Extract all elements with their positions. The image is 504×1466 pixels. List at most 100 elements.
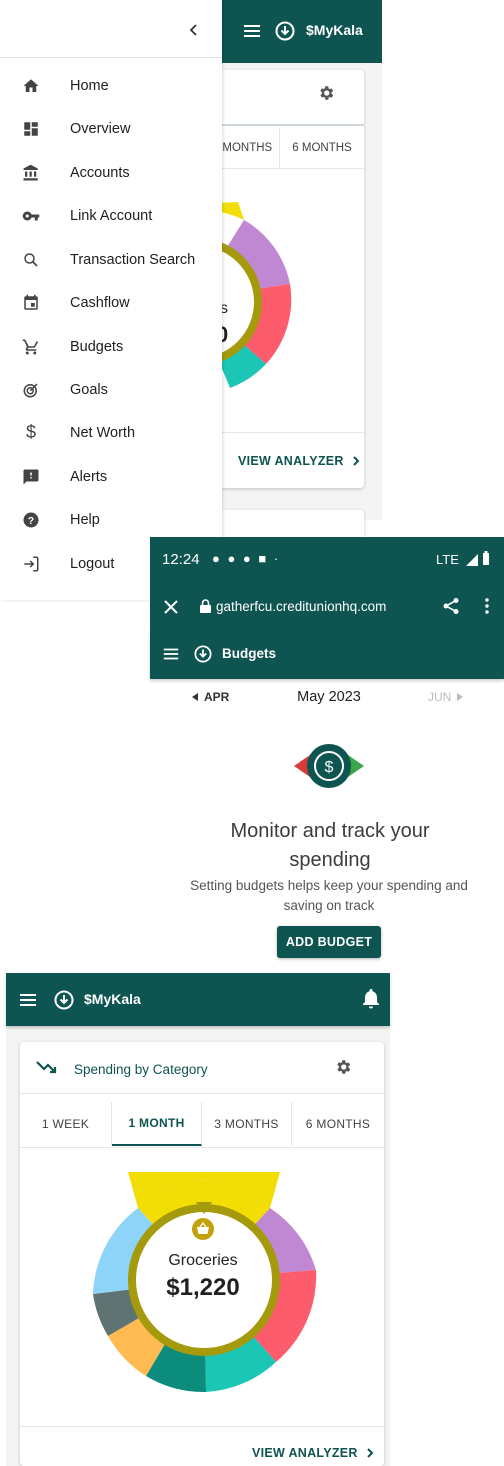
share-icon[interactable] — [442, 597, 460, 620]
screen3-app-bar: $MyKala — [6, 973, 390, 1026]
card-title: Spending by Category — [74, 1062, 208, 1077]
target-icon — [21, 380, 41, 400]
screen1-app-bar: $MyKala — [222, 0, 382, 63]
screen3: $MyKala Spending by Category 1 WEEK 1 MO… — [6, 973, 390, 1466]
selected-amount: $1,220 — [166, 1274, 240, 1301]
next-month-button[interactable]: JUN — [428, 690, 464, 704]
help-icon: ? — [21, 510, 41, 530]
tab-label: 3 MONTHS — [222, 142, 273, 154]
nav-item-budgets[interactable]: Budgets — [0, 325, 222, 368]
status-bar: 12:24 ● ● ● ■ · LTE — [150, 537, 504, 583]
budget-heading: Monitor and track your spending — [230, 820, 430, 871]
gear-icon[interactable] — [317, 84, 335, 102]
nav-item-goals[interactable]: Goals — [0, 368, 222, 411]
logo-icon — [54, 990, 74, 1015]
alert-icon — [21, 467, 41, 487]
nav-item-accounts[interactable]: Accounts — [0, 151, 222, 194]
donut-chart-partial — [222, 202, 292, 388]
add-budget-button[interactable]: ADD BUDGET — [277, 926, 381, 958]
screen1-card: 3 MONTHS 6 MONTHS s 0 VIEW ANALYZER — [222, 70, 364, 488]
calendar-icon — [21, 293, 41, 313]
battery-icon — [482, 551, 490, 570]
view-analyzer-button[interactable]: VIEW ANALYZER — [252, 1446, 376, 1460]
trending-down-icon — [36, 1060, 58, 1079]
tab-1-month[interactable]: 1 MONTH — [112, 1102, 202, 1146]
view-analyzer-button[interactable]: VIEW ANALYZER — [238, 454, 362, 468]
dollar-icon: $ — [25, 422, 36, 442]
status-time: 12:24 — [162, 551, 200, 568]
nav-label: Net Worth — [70, 424, 136, 441]
bank-icon — [21, 163, 41, 183]
logo-icon — [194, 645, 212, 668]
drawer-divider — [0, 57, 222, 58]
svg-text:?: ? — [28, 514, 34, 526]
nav-item-overview[interactable]: Overview — [0, 107, 222, 150]
nav-item-transaction-search[interactable]: Transaction Search — [0, 238, 222, 281]
nav-label: Accounts — [70, 164, 130, 181]
nav-item-cashflow[interactable]: Cashflow — [0, 281, 222, 324]
dashboard-icon — [21, 119, 41, 139]
menu-icon[interactable] — [242, 21, 262, 41]
app-title: $MyKala — [84, 991, 141, 1007]
home-icon — [21, 76, 41, 96]
view-analyzer-label: VIEW ANALYZER — [238, 454, 344, 468]
card-footer-divider — [20, 1426, 384, 1427]
url-text[interactable]: gatherfcu.creditunionhq.com — [216, 599, 386, 614]
center-label-partial: s — [222, 300, 228, 317]
screen2: 12:24 ● ● ● ■ · LTE gatherfcu.creditunio… — [150, 537, 504, 993]
search-icon — [21, 250, 41, 270]
nav-item-help[interactable]: ? Help — [0, 498, 222, 541]
tab-divider — [222, 168, 364, 169]
nav-label: Cashflow — [70, 294, 130, 311]
center-value-partial: 0 — [222, 322, 229, 347]
more-vert-icon[interactable] — [484, 597, 490, 620]
nav-label: Logout — [70, 555, 115, 572]
selected-category: Groceries — [168, 1252, 238, 1269]
tab-3-months-partial[interactable]: 3 MONTHS — [222, 128, 280, 168]
app-title: $MyKala — [306, 22, 363, 38]
signal-icon — [466, 553, 478, 571]
tab-3-months[interactable]: 3 MONTHS — [202, 1102, 292, 1146]
nav-item-alerts[interactable]: Alerts — [0, 455, 222, 498]
card-header: Spending by Category — [20, 1042, 384, 1094]
screen1-card-2-partial — [222, 510, 364, 540]
screen2-app-bar: Budgets — [150, 631, 504, 679]
cart-icon — [21, 337, 41, 357]
page-title: Budgets — [222, 646, 276, 661]
chevron-right-icon — [364, 1447, 376, 1459]
logout-icon — [21, 554, 41, 574]
nav-label: Help — [70, 511, 100, 528]
tab-label: 6 MONTHS — [305, 1117, 371, 1131]
nav-item-link-account[interactable]: Link Account — [0, 194, 222, 237]
period-tabs: 1 WEEK 1 MONTH 3 MONTHS 6 MONTHS — [20, 1102, 384, 1148]
logo-icon — [275, 21, 295, 41]
nav-item-net-worth[interactable]: $ Net Worth — [0, 411, 222, 454]
next-month-label: JUN — [428, 690, 452, 704]
menu-icon[interactable] — [18, 990, 38, 1015]
budget-illustration-icon: $ — [290, 741, 368, 796]
gear-icon[interactable] — [334, 1058, 352, 1081]
navigation-drawer: Home Overview Accounts Link Account Tran… — [0, 0, 222, 600]
nav-label: Goals — [70, 381, 108, 398]
nav-label: Home — [70, 77, 109, 94]
caret-right-icon — [457, 693, 464, 701]
tab-6-months[interactable]: 6 MONTHS — [280, 128, 364, 168]
nav-item-home[interactable]: Home — [0, 64, 222, 107]
tab-1-week[interactable]: 1 WEEK — [20, 1102, 112, 1146]
basket-icon — [192, 1218, 214, 1245]
spending-card: Spending by Category 1 WEEK 1 MONTH 3 MO… — [20, 1042, 384, 1466]
nav-label: Overview — [70, 120, 131, 137]
tab-6-months[interactable]: 6 MONTHS — [292, 1102, 384, 1146]
chevron-left-icon[interactable] — [186, 22, 202, 38]
browser-bar: gatherfcu.creditunionhq.com — [150, 583, 504, 631]
close-icon[interactable] — [164, 600, 178, 619]
tab-label: 3 MONTHS — [214, 1117, 279, 1131]
tab-label: 1 WEEK — [41, 1117, 90, 1131]
svg-text:$: $ — [325, 759, 334, 776]
bell-icon[interactable] — [362, 989, 380, 1014]
menu-icon[interactable] — [162, 645, 180, 668]
donut-segment-groceries — [222, 202, 244, 220]
tab-label: 6 MONTHS — [292, 142, 352, 154]
key-icon — [21, 206, 41, 226]
chevron-right-icon — [350, 455, 362, 467]
